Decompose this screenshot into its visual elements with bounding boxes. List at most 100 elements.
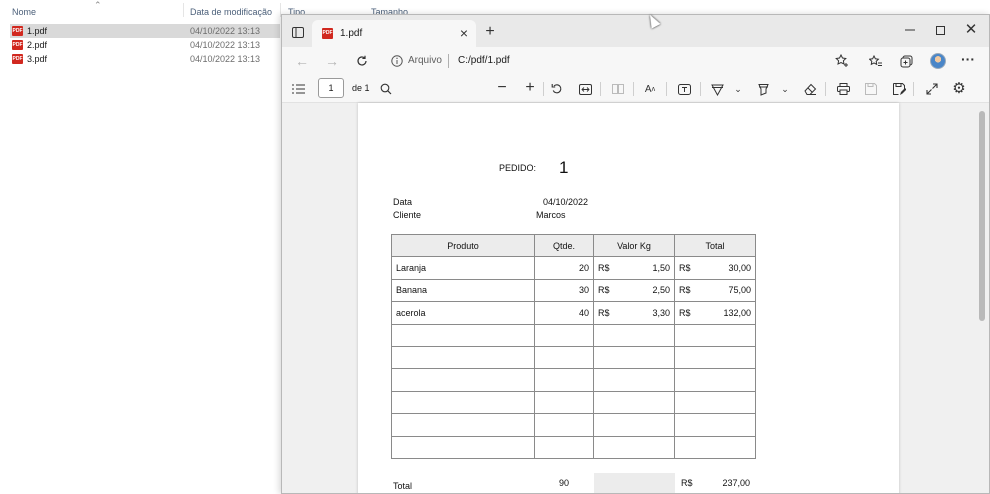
vertical-scrollbar[interactable] (975, 103, 989, 493)
close-window-icon[interactable]: ✕ (963, 21, 979, 38)
tab-strip: PDF 1.pdf × + ✕ (282, 15, 989, 47)
items-table: Produto Qtde. Valor Kg Total Laranja 20 R$… (391, 233, 756, 459)
zoom-out-icon[interactable]: − (494, 79, 510, 96)
column-modified[interactable]: Data de modificação (190, 7, 272, 17)
cell-qtde: 20 (534, 256, 594, 280)
file-modified: 04/10/2022 13:13 (190, 26, 261, 36)
empty-table-row (391, 435, 756, 459)
empty-cell (593, 345, 675, 370)
valor-amount: 1,50 (652, 263, 670, 274)
cliente-value: Marcos (536, 210, 566, 220)
empty-cell (593, 323, 675, 347)
highlight-chevron-down-icon[interactable]: ⌄ (780, 81, 790, 97)
fit-page-icon[interactable] (577, 81, 593, 97)
cliente-label: Cliente (393, 210, 422, 220)
collections-icon[interactable] (898, 53, 914, 69)
settings-gear-icon[interactable]: ⚙ (951, 80, 967, 97)
address-bar-row: ← → Arquivo C:/pdf/1.pdf ··· (282, 47, 989, 75)
file-row-3[interactable]: PDF 3.pdf 04/10/2022 13:13 (10, 52, 280, 66)
pedido-label: PEDIDO: (499, 163, 537, 173)
add-favorite-icon[interactable] (834, 53, 850, 69)
rotate-icon[interactable] (549, 81, 565, 97)
pdf-file-icon: PDF (12, 54, 23, 64)
favorites-icon[interactable] (868, 53, 884, 69)
tab-pdf[interactable]: PDF 1.pdf × (312, 20, 476, 47)
save-as-icon[interactable] (891, 81, 907, 97)
total-amount: 75,00 (728, 285, 751, 296)
close-tab-icon[interactable]: × (460, 25, 468, 41)
draw-chevron-down-icon[interactable]: ⌄ (733, 81, 743, 97)
forward-arrow-icon[interactable]: → (324, 53, 340, 69)
info-icon[interactable] (390, 54, 404, 68)
refresh-icon[interactable] (354, 53, 370, 69)
empty-cell (534, 368, 594, 392)
table-row: Banana 30 R$ 2,50 R$ 75,00 (391, 278, 756, 303)
empty-cell (534, 390, 594, 415)
empty-table-row (391, 345, 756, 370)
pdf-toolbar: 1 de 1 − + Aʌ ⌄ ⌄ ⚙ (282, 75, 989, 103)
empty-cell (391, 435, 535, 459)
empty-cell (391, 413, 535, 437)
empty-cell (674, 435, 756, 459)
draw-icon[interactable] (709, 81, 725, 97)
scroll-thumb[interactable] (979, 111, 985, 321)
empty-cell (674, 413, 756, 437)
file-name: 1.pdf (27, 26, 48, 36)
back-arrow-icon[interactable]: ← (294, 53, 310, 69)
column-name[interactable]: Nome (12, 7, 36, 17)
print-icon[interactable] (835, 81, 851, 97)
more-menu-icon[interactable]: ··· (960, 51, 976, 67)
pdf-file-icon: PDF (12, 26, 23, 36)
profile-avatar[interactable] (930, 53, 946, 69)
empty-cell (391, 345, 535, 370)
empty-cell (593, 390, 675, 415)
table-of-contents-icon[interactable] (290, 81, 306, 97)
page-number-input[interactable]: 1 (318, 78, 344, 98)
tab-actions-icon[interactable] (290, 24, 306, 40)
valor-amount: 3,30 (652, 307, 670, 318)
header-qtde: Qtde. (534, 233, 594, 258)
total-row: Total 90 R$ 237,00 (391, 473, 755, 493)
cell-valor: R$ 3,30 (593, 301, 675, 325)
header-total: Total (674, 233, 756, 258)
file-row-1[interactable]: PDF 1.pdf 04/10/2022 13:13 (10, 24, 280, 38)
page-view-icon[interactable] (610, 81, 626, 97)
cell-qtde: 40 (534, 301, 594, 325)
total-qtde: 90 (559, 478, 570, 488)
zoom-in-icon[interactable]: + (522, 79, 538, 96)
file-name: 3.pdf (27, 54, 48, 64)
search-icon[interactable] (378, 81, 394, 97)
file-modified: 04/10/2022 13:13 (190, 54, 261, 64)
empty-table-row (391, 368, 756, 392)
fullscreen-icon[interactable] (924, 81, 940, 97)
empty-cell (593, 435, 675, 459)
file-modified: 04/10/2022 13:13 (190, 40, 261, 50)
empty-cell (674, 345, 756, 370)
address-bar[interactable]: Arquivo C:/pdf/1.pdf (382, 50, 862, 72)
highlight-icon[interactable] (755, 81, 771, 97)
data-value: 04/10/2022 (543, 197, 589, 207)
tab-title: 1.pdf (340, 28, 363, 39)
new-tab-icon[interactable]: + (482, 23, 498, 40)
cell-produto: Banana (391, 278, 535, 303)
header-valor: Valor Kg (593, 233, 675, 258)
page-count: de 1 (352, 83, 370, 93)
pdf-page: PEDIDO: 1 Data 04/10/2022 Cliente Marcos… (358, 103, 899, 493)
total-value: 237,00 (722, 478, 750, 488)
save-icon[interactable] (863, 81, 879, 97)
table-header-row: Produto Qtde. Valor Kg Total (391, 233, 756, 258)
header-produto: Produto (391, 233, 535, 258)
table-row: acerola 40 R$ 3,30 R$ 132,00 (391, 301, 756, 325)
total-label: Total (393, 481, 413, 491)
url-text[interactable]: C:/pdf/1.pdf (458, 55, 510, 66)
read-aloud-icon[interactable]: Aʌ (642, 81, 658, 97)
file-name: 2.pdf (27, 40, 48, 50)
empty-cell (534, 323, 594, 347)
currency-label: R$ (598, 263, 610, 274)
empty-cell (534, 345, 594, 370)
eraser-icon[interactable] (802, 81, 818, 97)
file-row-2[interactable]: PDF 2.pdf 04/10/2022 13:13 (10, 38, 280, 52)
minimize-icon[interactable] (902, 22, 918, 38)
text-box-icon[interactable] (676, 81, 692, 97)
maximize-icon[interactable] (932, 22, 948, 38)
